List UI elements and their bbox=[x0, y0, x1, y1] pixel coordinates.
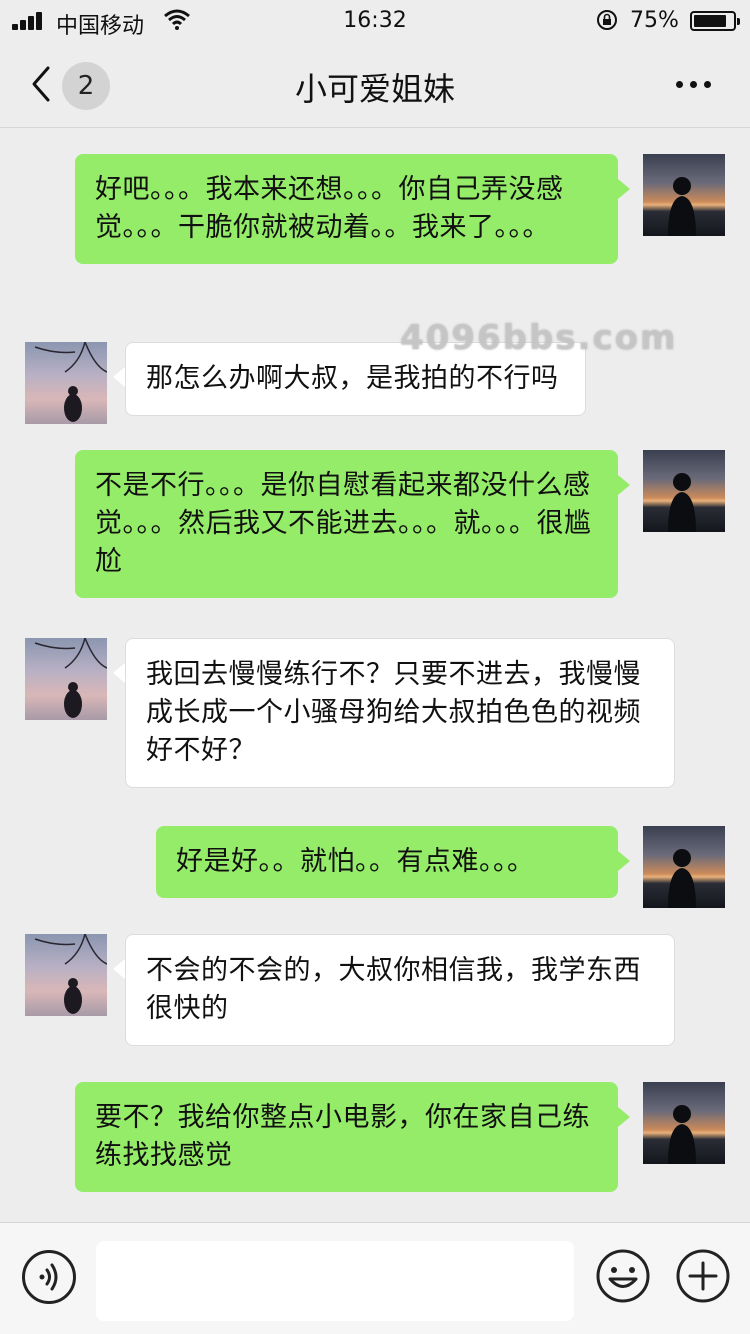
bubble-tail bbox=[618, 1107, 630, 1127]
watermark-text: 4096bbs.com bbox=[400, 318, 678, 358]
battery-percent: 75% bbox=[630, 8, 679, 33]
contact-avatar[interactable] bbox=[25, 342, 107, 424]
voice-icon[interactable] bbox=[22, 1250, 76, 1304]
contact-avatar[interactable] bbox=[25, 934, 107, 1016]
message-bubble-received[interactable]: 我回去慢慢练行不？只要不进去，我慢慢成长成一个小骚母狗给大叔拍色色的视频好不好？ bbox=[125, 638, 675, 788]
my-avatar[interactable] bbox=[643, 450, 725, 532]
bubble-tail bbox=[618, 179, 630, 199]
battery-icon bbox=[690, 11, 740, 31]
nav-bar: 2 小可爱姐妹 bbox=[0, 42, 750, 128]
message-bubble-sent[interactable]: 好吧。。。我本来还想。。。你自己弄没感觉。。。干脆你就被动着。。我来了。。。 bbox=[75, 154, 618, 264]
plus-icon[interactable] bbox=[675, 1248, 731, 1304]
message-bubble-received[interactable]: 不会的不会的，大叔你相信我，我学东西很快的 bbox=[125, 934, 675, 1046]
emoji-icon[interactable] bbox=[595, 1248, 651, 1304]
bubble-tail bbox=[618, 475, 630, 495]
chat-title: 小可爱姐妹 bbox=[294, 70, 455, 108]
bubble-tail bbox=[618, 851, 630, 871]
bubble-tail bbox=[113, 367, 125, 387]
my-avatar[interactable] bbox=[643, 826, 725, 908]
more-dots-icon[interactable] bbox=[672, 68, 716, 102]
input-bar bbox=[0, 1222, 750, 1334]
my-avatar[interactable] bbox=[643, 1082, 725, 1164]
message-bubble-sent[interactable]: 好是好。。就怕。。有点难。。。 bbox=[156, 826, 618, 898]
message-bubble-sent[interactable]: 要不？我给你整点小电影，你在家自己练练找找感觉 bbox=[75, 1082, 618, 1192]
bubble-tail bbox=[113, 663, 125, 683]
contact-avatar[interactable] bbox=[25, 638, 107, 720]
message-input[interactable] bbox=[96, 1241, 574, 1321]
message-bubble-sent[interactable]: 不是不行。。。是你自慰看起来都没什么感觉。。。然后我又不能进去。。。就。。。很尴… bbox=[75, 450, 618, 598]
rotation-lock-icon bbox=[597, 10, 617, 30]
my-avatar[interactable] bbox=[643, 154, 725, 236]
status-bar: 中国移动 16:32 75% bbox=[0, 0, 750, 42]
chat-message-list[interactable]: 好吧。。。我本来还想。。。你自己弄没感觉。。。干脆你就被动着。。我来了。。。 那… bbox=[0, 128, 750, 1222]
bubble-tail bbox=[113, 959, 125, 979]
